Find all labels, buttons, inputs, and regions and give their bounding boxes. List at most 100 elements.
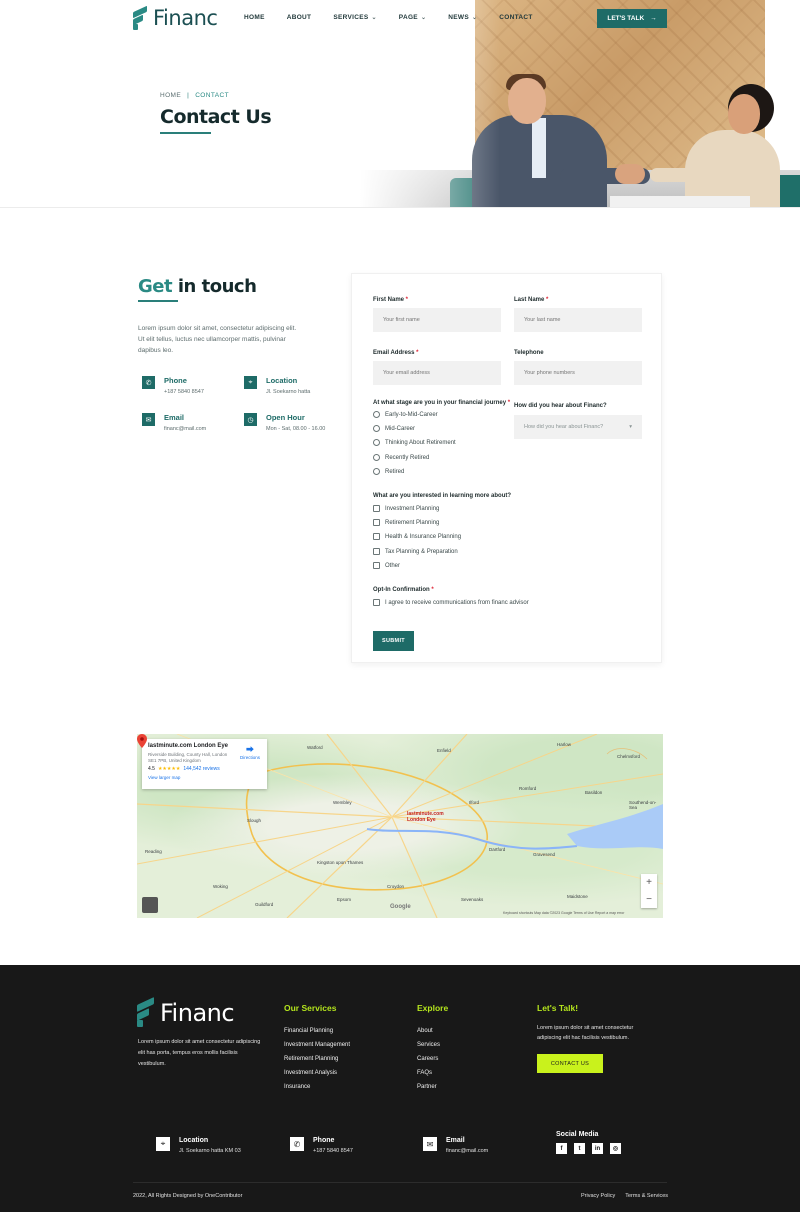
radio-icon[interactable] xyxy=(373,454,380,461)
footer-divider xyxy=(133,1182,667,1183)
map-pin-label: lastminute.com London Eye xyxy=(407,811,444,823)
map-pin-icon[interactable] xyxy=(137,734,147,748)
footer-contact-value: Jl. Soekarno hatta KM 03 xyxy=(179,1148,241,1154)
radio-icon[interactable] xyxy=(373,439,380,446)
stage-option[interactable]: Mid-Career xyxy=(373,425,415,432)
stage-option[interactable]: Recently Retired xyxy=(373,454,429,461)
first-name-field[interactable] xyxy=(373,308,501,332)
chevron-down-icon: ⌄ xyxy=(471,15,478,21)
interest-option[interactable]: Other xyxy=(373,562,400,569)
stage-option[interactable]: Early-to-Mid-Career xyxy=(373,411,438,418)
map-town: Dartford xyxy=(489,847,506,852)
nav-services[interactable]: SERVICES ⌄ xyxy=(333,14,376,21)
footer-talk-text: Lorem ipsum dolor sit amet consectetur a… xyxy=(537,1025,634,1041)
radio-icon[interactable] xyxy=(373,425,380,432)
footer-link[interactable]: Investment Management xyxy=(284,1042,350,1048)
interest-option[interactable]: Investment Planning xyxy=(373,505,439,512)
map-town: Maidstone xyxy=(567,894,588,899)
footer-contact-email: ✉ Email financ@mail.com xyxy=(423,1137,488,1154)
nav-contact-label: CONTACT xyxy=(499,14,533,21)
lets-talk-button[interactable]: LET'S TALK → xyxy=(597,9,667,28)
zoom-out-button[interactable]: − xyxy=(646,894,652,905)
google-map[interactable]: Watford Enfield Harlow Slough Wembley Il… xyxy=(137,734,663,918)
facebook-icon[interactable]: f xyxy=(556,1143,567,1154)
last-name-label: Last Name * xyxy=(514,297,549,303)
optin-checkbox[interactable]: I agree to receive communications from f… xyxy=(373,599,529,606)
checkbox-icon[interactable] xyxy=(373,519,380,526)
map-reviews-link[interactable]: 144,542 reviews xyxy=(183,766,219,772)
nav-home[interactable]: HOME xyxy=(244,14,265,21)
footer-link[interactable]: Retirement Planning xyxy=(284,1056,350,1062)
privacy-policy-link[interactable]: Privacy Policy xyxy=(581,1193,615,1199)
get-in-touch-accent: Get xyxy=(138,276,173,297)
footer-link[interactable]: Insurance xyxy=(284,1084,350,1090)
info-email-value: financ@mail.com xyxy=(164,426,207,432)
map-town: Croydon xyxy=(387,884,405,889)
telephone-field[interactable] xyxy=(514,361,642,385)
footer-explore-list: About Services Careers FAQs Partner xyxy=(417,1028,440,1090)
copyright: 2022, All Rights Designed by OneContribu… xyxy=(133,1193,243,1199)
footer-explore-title: Explore xyxy=(417,1003,449,1013)
contact-us-button[interactable]: CONTACT US xyxy=(537,1054,603,1073)
interests-label: What are you interested in learning more… xyxy=(373,493,512,499)
terms-link[interactable]: Terms & Services xyxy=(625,1193,668,1199)
checkbox-icon[interactable] xyxy=(373,505,380,512)
nav-about[interactable]: ABOUT xyxy=(287,14,312,21)
map-town: Reading xyxy=(145,849,162,854)
map-zoom-control: + − xyxy=(641,874,657,908)
linkedin-icon[interactable]: in xyxy=(592,1143,603,1154)
map-attribution[interactable]: Keyboard shortcuts Map data ©2023 Google… xyxy=(503,911,624,915)
map-rating-value: 4.5 xyxy=(148,766,155,772)
checkbox-icon[interactable] xyxy=(373,548,380,555)
stage-label-text: At what stage are you in your financial … xyxy=(373,400,507,406)
checkbox-icon[interactable] xyxy=(373,533,380,540)
stage-option[interactable]: Thinking About Retirement xyxy=(373,439,456,446)
nav-contact[interactable]: CONTACT xyxy=(499,14,532,21)
footer-contact-location: ⌖ Location Jl. Soekarno hatta KM 03 xyxy=(156,1137,241,1154)
interest-option-label: Investment Planning xyxy=(385,505,440,512)
stage-label: At what stage are you in your financial … xyxy=(373,400,511,406)
info-location-value: Jl. Soekarno hatta xyxy=(266,389,311,395)
footer-link[interactable]: About xyxy=(417,1028,440,1034)
last-name-field[interactable] xyxy=(514,308,642,332)
legal-links: Privacy Policy Terms & Services xyxy=(581,1193,668,1199)
email-field[interactable] xyxy=(373,361,501,385)
hear-select-value: How did you hear about Financ? xyxy=(524,424,604,430)
stage-option[interactable]: Retired xyxy=(373,468,404,475)
footer-link[interactable]: Investment Analysis xyxy=(284,1070,350,1076)
hear-select[interactable]: How did you hear about Financ? ▾ xyxy=(514,415,642,439)
nav-news[interactable]: NEWS ⌄ xyxy=(448,14,477,21)
map-town: Watford xyxy=(307,745,323,750)
interest-option[interactable]: Retirement Planning xyxy=(373,519,439,526)
footer-link[interactable]: FAQs xyxy=(417,1070,440,1076)
nav-page[interactable]: PAGE ⌄ xyxy=(399,14,426,21)
twitter-icon[interactable]: t xyxy=(574,1143,585,1154)
interest-option[interactable]: Tax Planning & Preparation xyxy=(373,548,458,555)
main-nav: HOME ABOUT SERVICES ⌄ PAGE ⌄ NEWS ⌄ CONTACT xyxy=(244,14,555,21)
footer-link[interactable]: Services xyxy=(417,1042,440,1048)
footer-link[interactable]: Partner xyxy=(417,1084,440,1090)
view-larger-map-link[interactable]: View larger map xyxy=(148,775,261,780)
location-icon: ⌖ xyxy=(156,1137,170,1151)
instagram-icon[interactable]: ◎ xyxy=(610,1143,621,1154)
radio-icon[interactable] xyxy=(373,468,380,475)
footer-logo[interactable]: Financ xyxy=(137,997,235,1027)
footer-link[interactable]: Financial Planning xyxy=(284,1028,350,1034)
interest-option[interactable]: Health & Insurance Planning xyxy=(373,533,461,540)
site-logo[interactable]: Financ xyxy=(133,5,218,30)
submit-button[interactable]: SUBMIT xyxy=(373,631,414,651)
footer-logo-text: Financ xyxy=(160,999,235,1027)
street-view-icon[interactable] xyxy=(142,897,158,913)
info-email-title: Email xyxy=(164,413,185,422)
zoom-in-button[interactable]: + xyxy=(646,877,652,888)
radio-icon[interactable] xyxy=(373,411,380,418)
checkbox-icon[interactable] xyxy=(373,562,380,569)
breadcrumb-home[interactable]: HOME xyxy=(160,92,181,99)
optin-label: Opt-In Confirmation * xyxy=(373,587,434,593)
footer-link[interactable]: Careers xyxy=(417,1056,440,1062)
chevron-down-icon: ▾ xyxy=(629,424,632,430)
footer-contact-value: financ@mail.com xyxy=(446,1148,489,1154)
directions-link[interactable]: ⮕ Directions xyxy=(240,744,260,760)
map-town: Wembley xyxy=(333,800,352,805)
checkbox-icon[interactable] xyxy=(373,599,380,606)
